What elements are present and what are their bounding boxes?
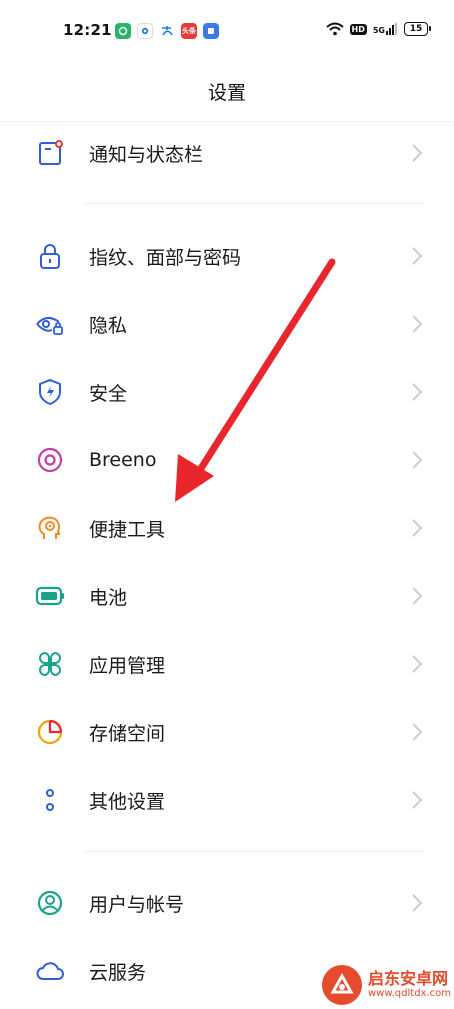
lock-icon (34, 240, 66, 272)
settings-item-label: 安全 (89, 382, 128, 405)
alipay-icon (159, 23, 175, 39)
settings-item-biometrics[interactable]: 指纹、面部与密码 (0, 225, 454, 287)
chevron-right-icon (412, 144, 423, 162)
wechat-icon (115, 23, 131, 39)
chevron-right-icon (412, 451, 423, 469)
settings-item-label: 通知与状态栏 (89, 143, 204, 166)
settings-item-breeno[interactable]: Breeno (0, 429, 454, 491)
chevron-right-icon (412, 247, 423, 265)
settings-item-battery[interactable]: 电池 (0, 565, 454, 627)
breeno-icon (34, 444, 66, 476)
notification-icons: 头条 (115, 23, 219, 39)
page-title: 设置 (207, 82, 246, 104)
battery-icon (34, 580, 66, 612)
chevron-right-icon (412, 315, 423, 333)
chevron-right-icon (412, 383, 423, 401)
storage-icon (34, 716, 66, 748)
toutiao-icon: 头条 (181, 23, 197, 39)
head-icon (34, 512, 66, 544)
apps-icon (34, 648, 66, 680)
settings-item-app-management[interactable]: 应用管理 (0, 633, 454, 695)
settings-item-convenience-tools[interactable]: 便捷工具 (0, 497, 454, 559)
signal-icon: 5G (373, 23, 398, 35)
privacy-eye-icon (34, 308, 66, 340)
watermark: 启东安卓网 www.qdltdx.com (322, 965, 451, 1005)
chevron-right-icon (412, 894, 423, 912)
settings-item-security[interactable]: 安全 (0, 361, 454, 423)
settings-item-notifications[interactable]: 通知与状态栏 (0, 122, 454, 184)
app-icon (203, 23, 219, 39)
shield-icon (34, 376, 66, 408)
settings-item-label: 便捷工具 (89, 518, 166, 541)
settings-item-label: 存储空间 (89, 722, 166, 745)
user-icon (34, 887, 66, 919)
status-indicators: HD 5G 15 (325, 22, 431, 36)
section-divider (86, 851, 424, 852)
watermark-title: 启东安卓网 (368, 969, 449, 988)
more-icon (34, 784, 66, 816)
watermark-logo-icon (322, 965, 362, 1005)
chevron-right-icon (412, 791, 423, 809)
app-icon (137, 23, 153, 39)
settings-item-label: 其他设置 (89, 790, 166, 813)
settings-item-label: 指纹、面部与密码 (89, 246, 242, 269)
chevron-right-icon (412, 723, 423, 741)
status-bar: 12:21 头条 HD 5G 15 (0, 0, 454, 62)
notification-icon (34, 137, 66, 169)
network-type: 5G (372, 26, 385, 35)
settings-item-label: 电池 (89, 586, 128, 609)
settings-item-users-accounts[interactable]: 用户与帐号 (0, 872, 454, 934)
toutiao-text: 头条 (182, 27, 196, 35)
settings-item-storage[interactable]: 存储空间 (0, 701, 454, 763)
chevron-right-icon (412, 519, 423, 537)
clock: 12:21 (63, 21, 112, 39)
section-divider (86, 203, 424, 204)
settings-item-label: 隐私 (89, 314, 128, 337)
settings-item-label: 云服务 (89, 961, 147, 984)
battery-indicator: 15 (404, 22, 431, 36)
chevron-right-icon (412, 587, 423, 605)
settings-item-label: Breeno (89, 449, 157, 471)
settings-item-label: 用户与帐号 (89, 893, 185, 916)
hd-badge: HD (349, 23, 367, 35)
settings-item-other-settings[interactable]: 其他设置 (0, 769, 454, 831)
settings-item-label: 应用管理 (89, 654, 166, 677)
wifi-icon (325, 22, 344, 36)
cloud-icon (34, 955, 66, 987)
settings-item-privacy[interactable]: 隐私 (0, 293, 454, 355)
watermark-url: www.qdltdx.com (368, 988, 451, 999)
chevron-right-icon (412, 655, 423, 673)
